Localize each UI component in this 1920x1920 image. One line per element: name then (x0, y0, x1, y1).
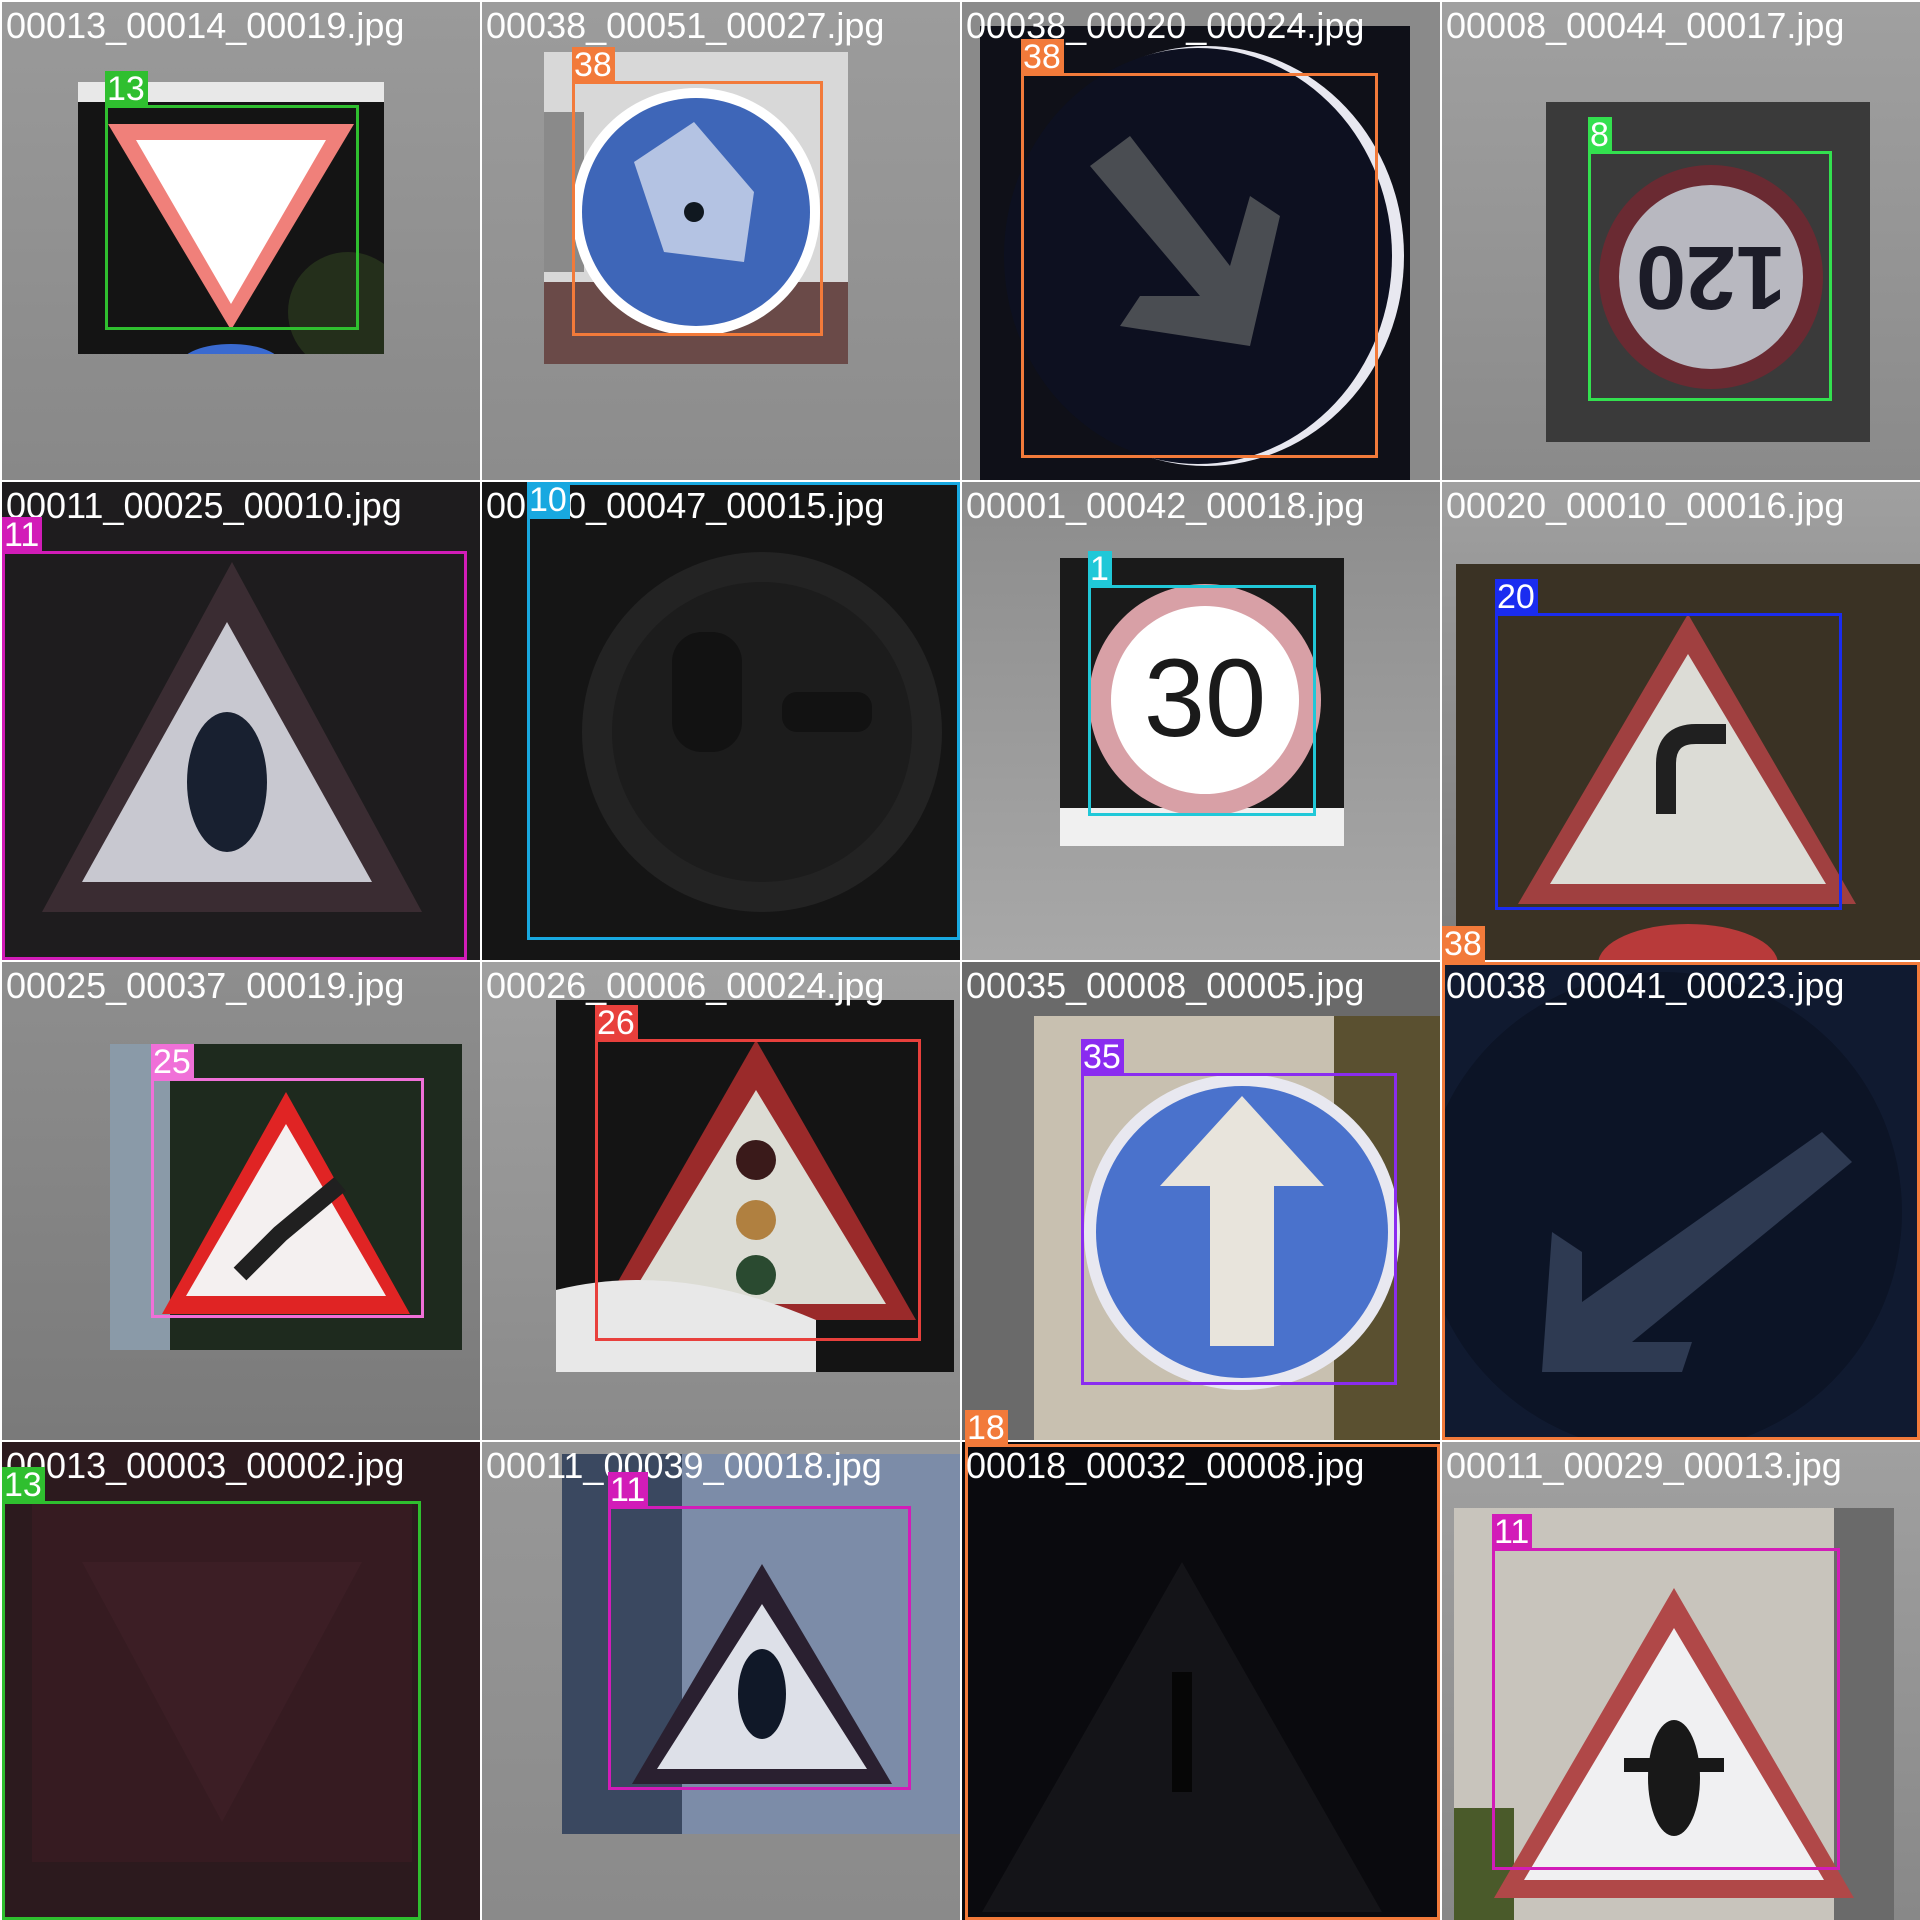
bounding-box (1021, 73, 1378, 458)
bounding-box (1492, 1548, 1840, 1870)
image-tile: 26 00026_00006_00024.jpg (482, 962, 960, 1440)
bounding-box (1588, 151, 1832, 401)
filename: 00013_00003_00002.jpg (6, 1445, 405, 1486)
filename: 00038_00041_00023.jpg (1446, 965, 1845, 1006)
class-label: 11 (1492, 1514, 1533, 1551)
bounding-box (572, 81, 823, 336)
bounding-box (527, 482, 960, 940)
bounding-box (2, 551, 467, 960)
filename: 00020_00010_00016.jpg (1446, 485, 1845, 526)
class-label: 20 (1495, 579, 1538, 616)
filename: 00026_00006_00024.jpg (486, 965, 885, 1006)
class-label: 35 (1081, 1039, 1124, 1076)
class-label: 38 (572, 47, 615, 84)
bounding-box (965, 1444, 1440, 1920)
image-tile: 35 00035_00008_00005.jpg (962, 962, 1440, 1440)
image-tile: 11 00011_00029_00013.jpg (1442, 1442, 1920, 1920)
image-tile: 11 00011_00039_00018.jpg (482, 1442, 960, 1920)
bounding-box (105, 105, 359, 330)
filename: 00011_00025_00010.jpg (6, 485, 402, 526)
bounding-box (595, 1039, 921, 1341)
class-label: 8 (1588, 117, 1612, 154)
filename: 00011_00029_00013.jpg (1446, 1445, 1842, 1486)
filename: 00035_00008_00005.jpg (966, 965, 1365, 1006)
class-label: 18 (965, 1410, 1008, 1447)
image-tile: 30 1 00001_00042_00018.jpg (962, 482, 1440, 960)
bounding-box (151, 1078, 424, 1318)
class-label: 13 (105, 71, 148, 108)
bounding-box (2, 1501, 421, 1920)
image-tile: 00038_00041_00023.jpg (1442, 962, 1920, 1440)
class-label: 38 (1021, 39, 1064, 76)
image-tile: 10 00010_00047_00015.jpg (482, 482, 960, 960)
filename: 00025_00037_00019.jpg (6, 965, 405, 1006)
filename: 00038_00051_00027.jpg (486, 5, 885, 46)
bounding-box (1495, 613, 1842, 910)
image-tile: 120 8 00008_00044_00017.jpg (1442, 2, 1920, 480)
image-tile: 13 00013_00014_00019.jpg (2, 2, 480, 480)
class-label: 26 (595, 1005, 638, 1042)
image-tile: 20 00020_00010_00016.jpg (1442, 482, 1920, 960)
filename: 00013_00014_00019.jpg (6, 5, 405, 46)
class-label: 11 (2, 517, 43, 554)
class-label: 10 (527, 482, 570, 519)
class-label: 25 (151, 1044, 194, 1081)
image-mosaic: 13 00013_00014_00019.jpg 38 00038_00051_… (0, 0, 1920, 1920)
filename: 00001_00042_00018.jpg (966, 485, 1365, 526)
class-label: 13 (2, 1467, 45, 1504)
filename: 00011_00039_00018.jpg (486, 1445, 882, 1486)
image-tile: 38 00038_00051_00027.jpg (482, 2, 960, 480)
image-tile: 11 00011_00025_00010.jpg (2, 482, 480, 960)
bounding-box (608, 1506, 911, 1790)
bounding-box (1081, 1073, 1397, 1385)
class-label: 1 (1088, 551, 1112, 588)
image-tile: 25 00025_00037_00019.jpg (2, 962, 480, 1440)
image-tile: 13 00013_00003_00002.jpg (2, 1442, 480, 1920)
class-label: 38 (1442, 926, 1485, 963)
filename: 00018_00032_00008.jpg (966, 1445, 1365, 1486)
image-tile: 00018_00032_00008.jpg (962, 1442, 1440, 1920)
bounding-box (1442, 962, 1920, 1440)
image-tile: 38 00038_00020_00024.jpg (962, 2, 1440, 480)
class-label: 11 (608, 1472, 649, 1509)
bounding-box (1088, 585, 1316, 816)
filename: 00008_00044_00017.jpg (1446, 5, 1845, 46)
